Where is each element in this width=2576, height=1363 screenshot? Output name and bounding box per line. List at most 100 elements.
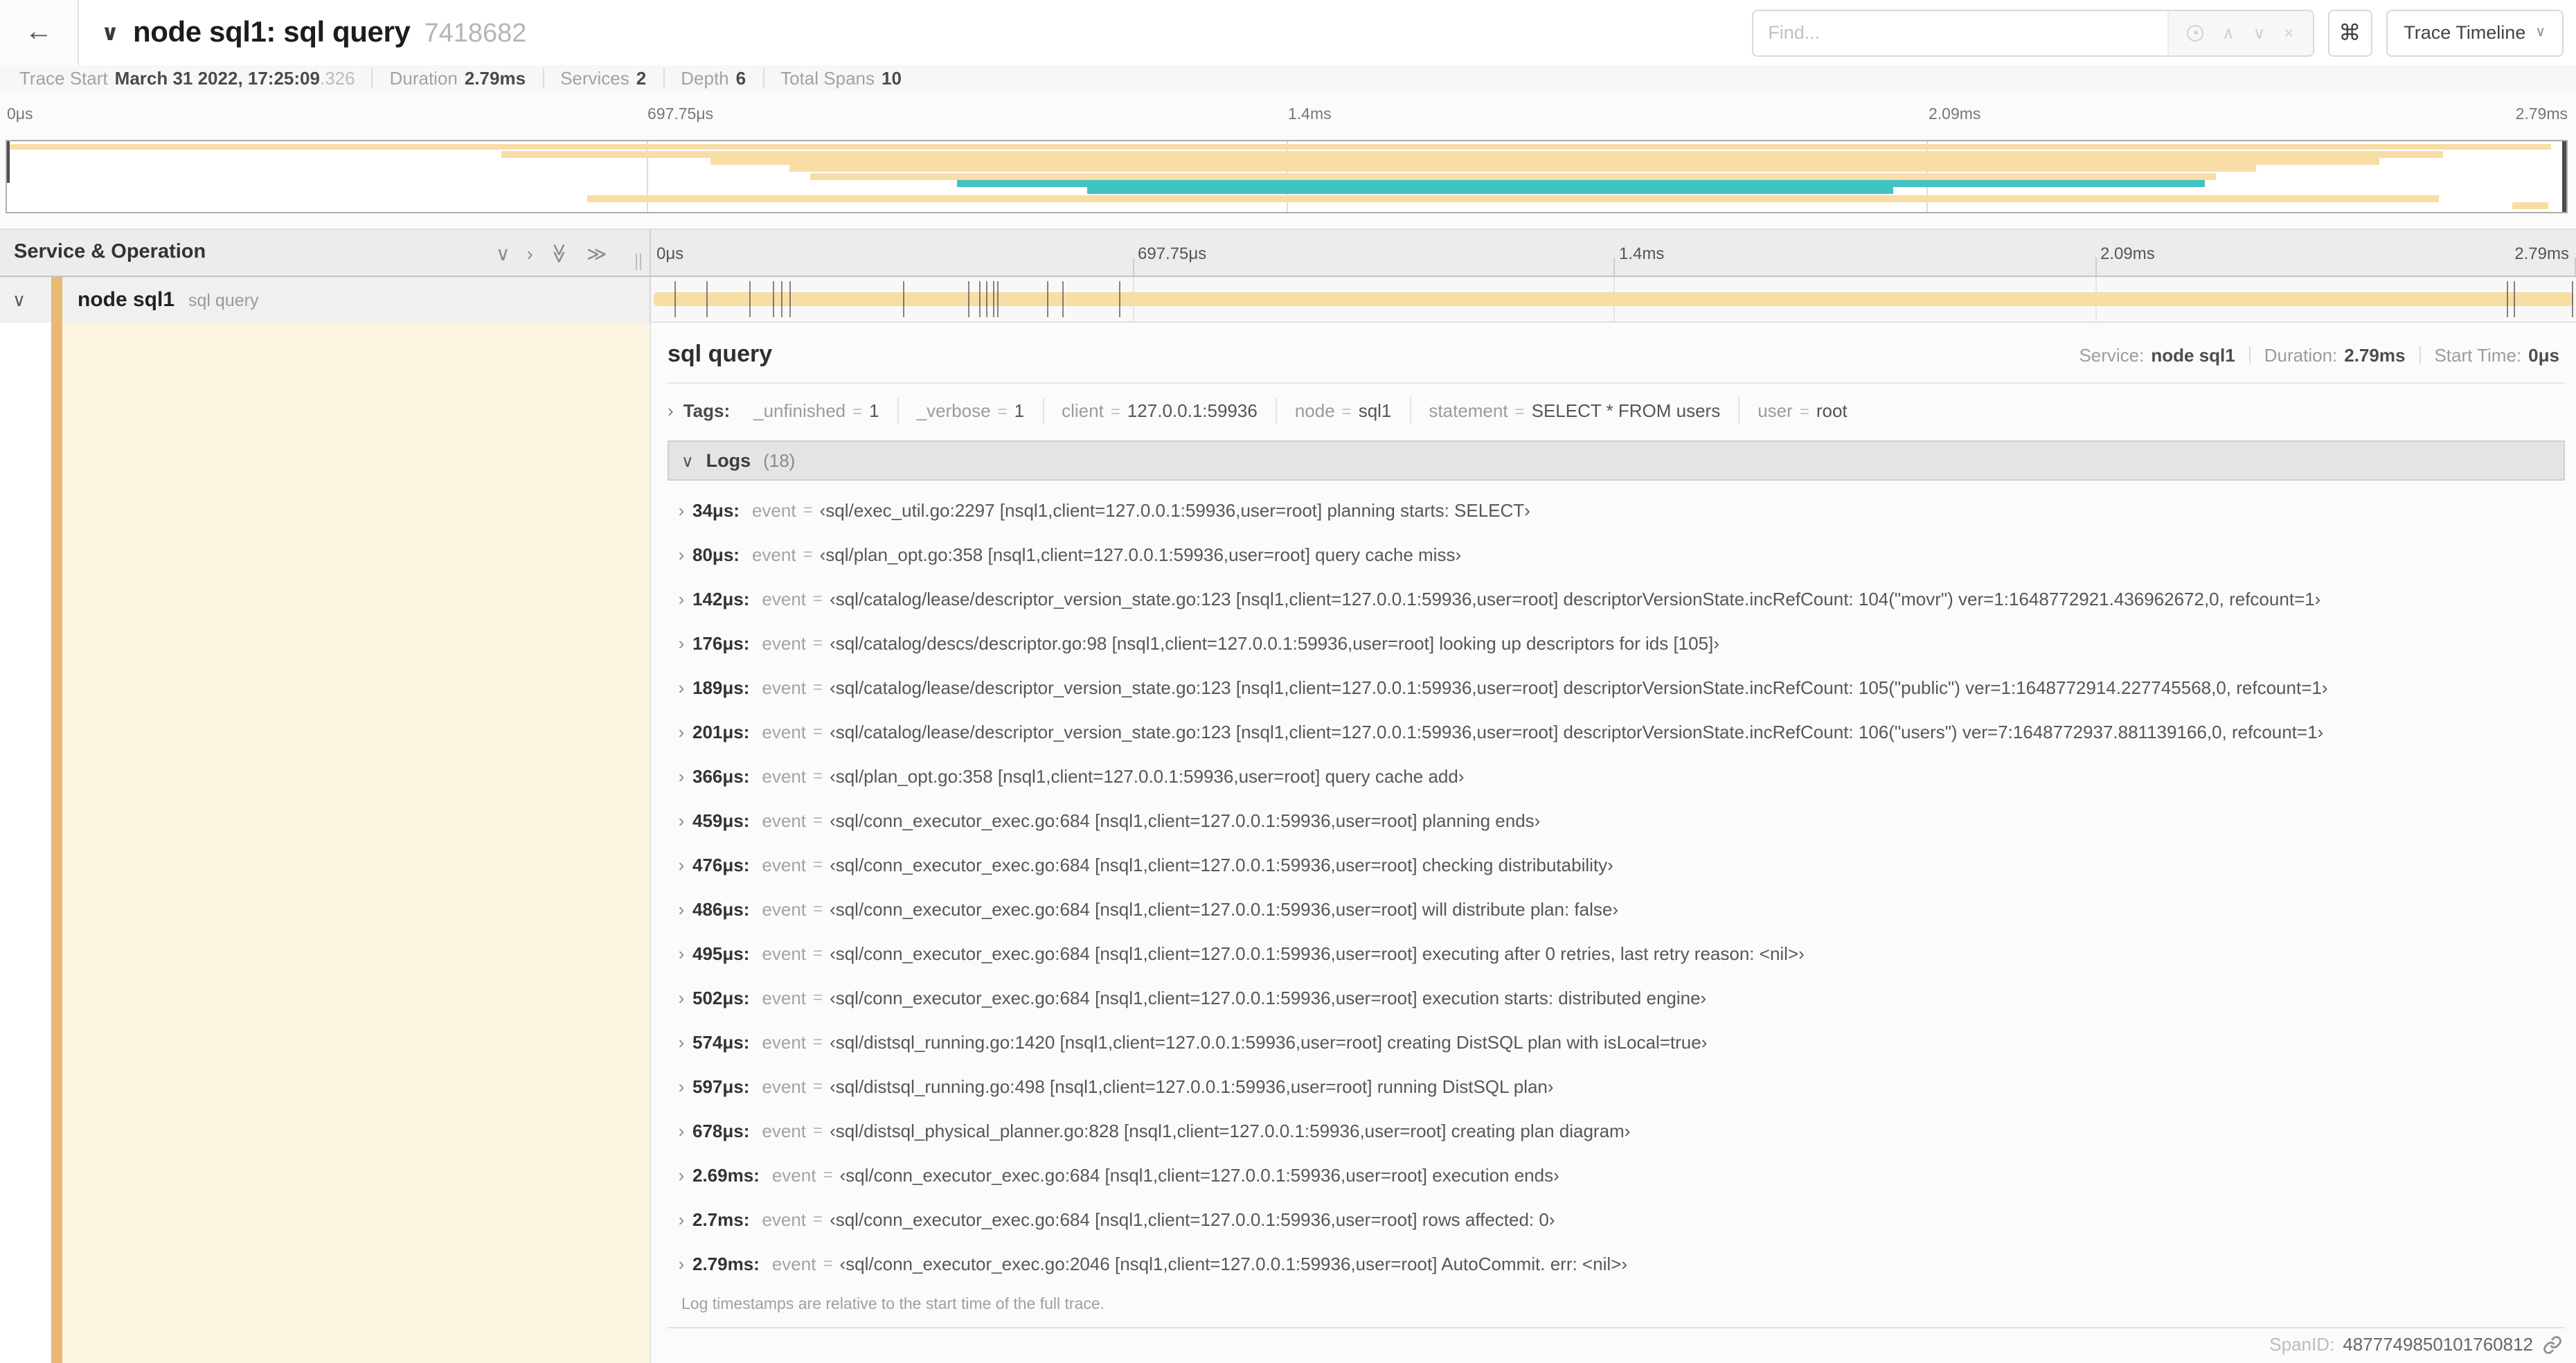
equals-sign: = [813,633,823,652]
log-timestamp: 189μs: [692,677,750,697]
log-marker-tick [772,281,774,317]
chevron-down-icon[interactable]: ∨ [496,243,510,262]
link-icon[interactable] [2543,1335,2562,1354]
log-field-value: ‹sql/catalog/lease/descriptor_version_st… [830,588,2321,609]
log-entry[interactable]: › 2.69ms: event = ‹sql/conn_executor_exe… [670,1152,2565,1197]
service-value: node sql1 [2151,345,2235,366]
logs-header[interactable]: ∨ Logs (18) [668,440,2565,481]
summary-value: March 31 2022, 17:25:09.326 [114,68,355,89]
view-dropdown-label: Trace Timeline [2404,22,2526,43]
log-entry[interactable]: › 2.79ms: event = ‹sql/conn_executor_exe… [670,1241,2565,1285]
minimap-span-bar [2512,202,2549,209]
chevron-right-icon[interactable]: › [670,544,692,564]
equals-sign: = [813,1032,823,1051]
summary-item: Total Spans 10 [762,68,902,89]
log-field-value: ‹sql/catalog/lease/descriptor_version_st… [830,721,2324,742]
span-row-timeline[interactable] [651,277,2576,323]
find-input[interactable] [1751,9,2167,56]
log-entry[interactable]: › 34μs: event = ‹sql/exec_util.go:2297 [… [670,488,2565,532]
minimap-canvas[interactable] [6,140,2568,213]
equals-sign: = [1341,402,1352,421]
summary-label: Trace Start [19,68,108,89]
ruler-tick-line [1132,258,1134,276]
minimap-span-bar [810,172,2216,180]
duration-label: Duration: [2264,345,2338,366]
minimap-left-scrubber[interactable] [7,141,10,183]
chevron-right-icon[interactable]: › [670,499,692,520]
prev-result-button[interactable]: ∧ [2222,24,2235,41]
chevron-right-icon[interactable]: › [670,1164,692,1185]
log-timestamp: 495μs: [692,943,750,963]
log-field-key: event [771,1253,816,1274]
log-marker-tick [903,281,905,317]
chevron-right-icon[interactable]: › [527,243,533,262]
log-entry[interactable]: › 201μs: event = ‹sql/catalog/lease/desc… [670,709,2565,754]
column-resizer-grip[interactable] [636,253,641,270]
tags-accordian[interactable]: › Tags: _unfinished = 1 _verbose = 1 cli… [668,398,2565,424]
chevron-right-icon[interactable]: › [670,898,692,919]
back-button[interactable]: ← [0,0,79,65]
chevron-right-icon[interactable]: › [670,677,692,697]
log-entry[interactable]: › 574μs: event = ‹sql/distsql_running.go… [670,1019,2565,1064]
log-entry[interactable]: › 366μs: event = ‹sql/plan_opt.go:358 [n… [670,754,2565,798]
chevron-right-icon[interactable]: › [670,588,692,609]
log-timestamp: 678μs: [692,1120,750,1141]
chevron-right-icon[interactable]: › [670,1209,692,1229]
equals-sign: = [813,810,823,830]
log-entry[interactable]: › 476μs: event = ‹sql/conn_executor_exec… [670,842,2565,887]
log-entry[interactable]: › 176μs: event = ‹sql/catalog/descs/desc… [670,621,2565,665]
summary-value: 6 [735,68,746,89]
shortcuts-button[interactable]: ⌘ [2327,9,2372,56]
next-result-button[interactable]: ∨ [2253,24,2266,41]
ruler-tick-label: 2.09ms [2100,243,2155,262]
span-row-name-column[interactable]: ∨ node sql1 sql query [0,277,651,323]
log-field-key: event [771,1164,816,1185]
chevron-right-icon[interactable]: › [670,632,692,653]
chevron-right-icon[interactable]: › [670,1076,692,1096]
minimap-right-scrubber[interactable] [2562,141,2566,212]
log-entry[interactable]: › 459μs: event = ‹sql/conn_executor_exec… [670,798,2565,842]
tag-item: _verbose = 1 [897,398,1042,424]
log-field-key: event [762,854,807,875]
span-duration-bar[interactable] [654,292,2573,306]
chevron-right-icon[interactable]: › [670,943,692,963]
span-detail-left-column [0,323,651,1363]
span-row[interactable]: ∨ node sql1 sql query [0,277,2576,323]
chevron-right-icon[interactable]: › [670,1031,692,1052]
locate-icon[interactable] [2187,24,2204,41]
chevron-right-icon[interactable]: › [670,854,692,875]
log-field-key: event [762,1120,807,1141]
log-entry[interactable]: › 597μs: event = ‹sql/distsql_running.go… [670,1064,2565,1108]
log-entry[interactable]: › 502μs: event = ‹sql/conn_executor_exec… [670,975,2565,1019]
equals-sign: = [1799,402,1809,421]
log-field-value: ‹sql/conn_executor_exec.go:684 [nsql1,cl… [839,1164,1559,1185]
double-chevron-down-icon[interactable]: ≫ [549,242,571,262]
span-detail-meta: Service: node sql1 Duration: 2.79ms Star… [2079,345,2565,366]
collapse-trace-chevron-icon[interactable]: ∨ [101,19,119,46]
log-entry[interactable]: › 189μs: event = ‹sql/catalog/lease/desc… [670,665,2565,709]
chevron-right-icon[interactable]: › [670,987,692,1008]
log-entry[interactable]: › 142μs: event = ‹sql/catalog/lease/desc… [670,576,2565,621]
double-chevron-right-icon[interactable]: ≫ [587,243,607,262]
log-entry[interactable]: › 2.7ms: event = ‹sql/conn_executor_exec… [670,1197,2565,1241]
log-entry[interactable]: › 678μs: event = ‹sql/distsql_physical_p… [670,1108,2565,1152]
log-timestamp: 459μs: [692,810,750,830]
ruler-tick-label: 0μs [656,243,684,262]
chevron-right-icon[interactable]: › [670,1120,692,1141]
collapse-children-chevron-icon[interactable]: ∨ [12,289,26,311]
log-entry[interactable]: › 495μs: event = ‹sql/conn_executor_exec… [670,931,2565,975]
view-dropdown-button[interactable]: Trace Timeline ∨ [2386,9,2564,56]
chevron-right-icon[interactable]: › [670,810,692,830]
equals-sign: = [803,500,813,519]
log-field-key: event [762,677,807,697]
command-icon: ⌘ [2338,21,2361,45]
chevron-right-icon[interactable]: › [670,765,692,786]
clear-search-button[interactable]: × [2284,24,2293,41]
chevron-right-icon[interactable]: › [670,721,692,742]
log-entry[interactable]: › 486μs: event = ‹sql/conn_executor_exec… [670,887,2565,931]
chevron-right-icon[interactable]: › [670,1253,692,1274]
tag-value: SELECT * FROM users [1531,400,1721,421]
log-entry[interactable]: › 80μs: event = ‹sql/plan_opt.go:358 [ns… [670,532,2565,576]
tag-key: client [1062,400,1104,421]
log-field-key: event [762,1209,807,1229]
